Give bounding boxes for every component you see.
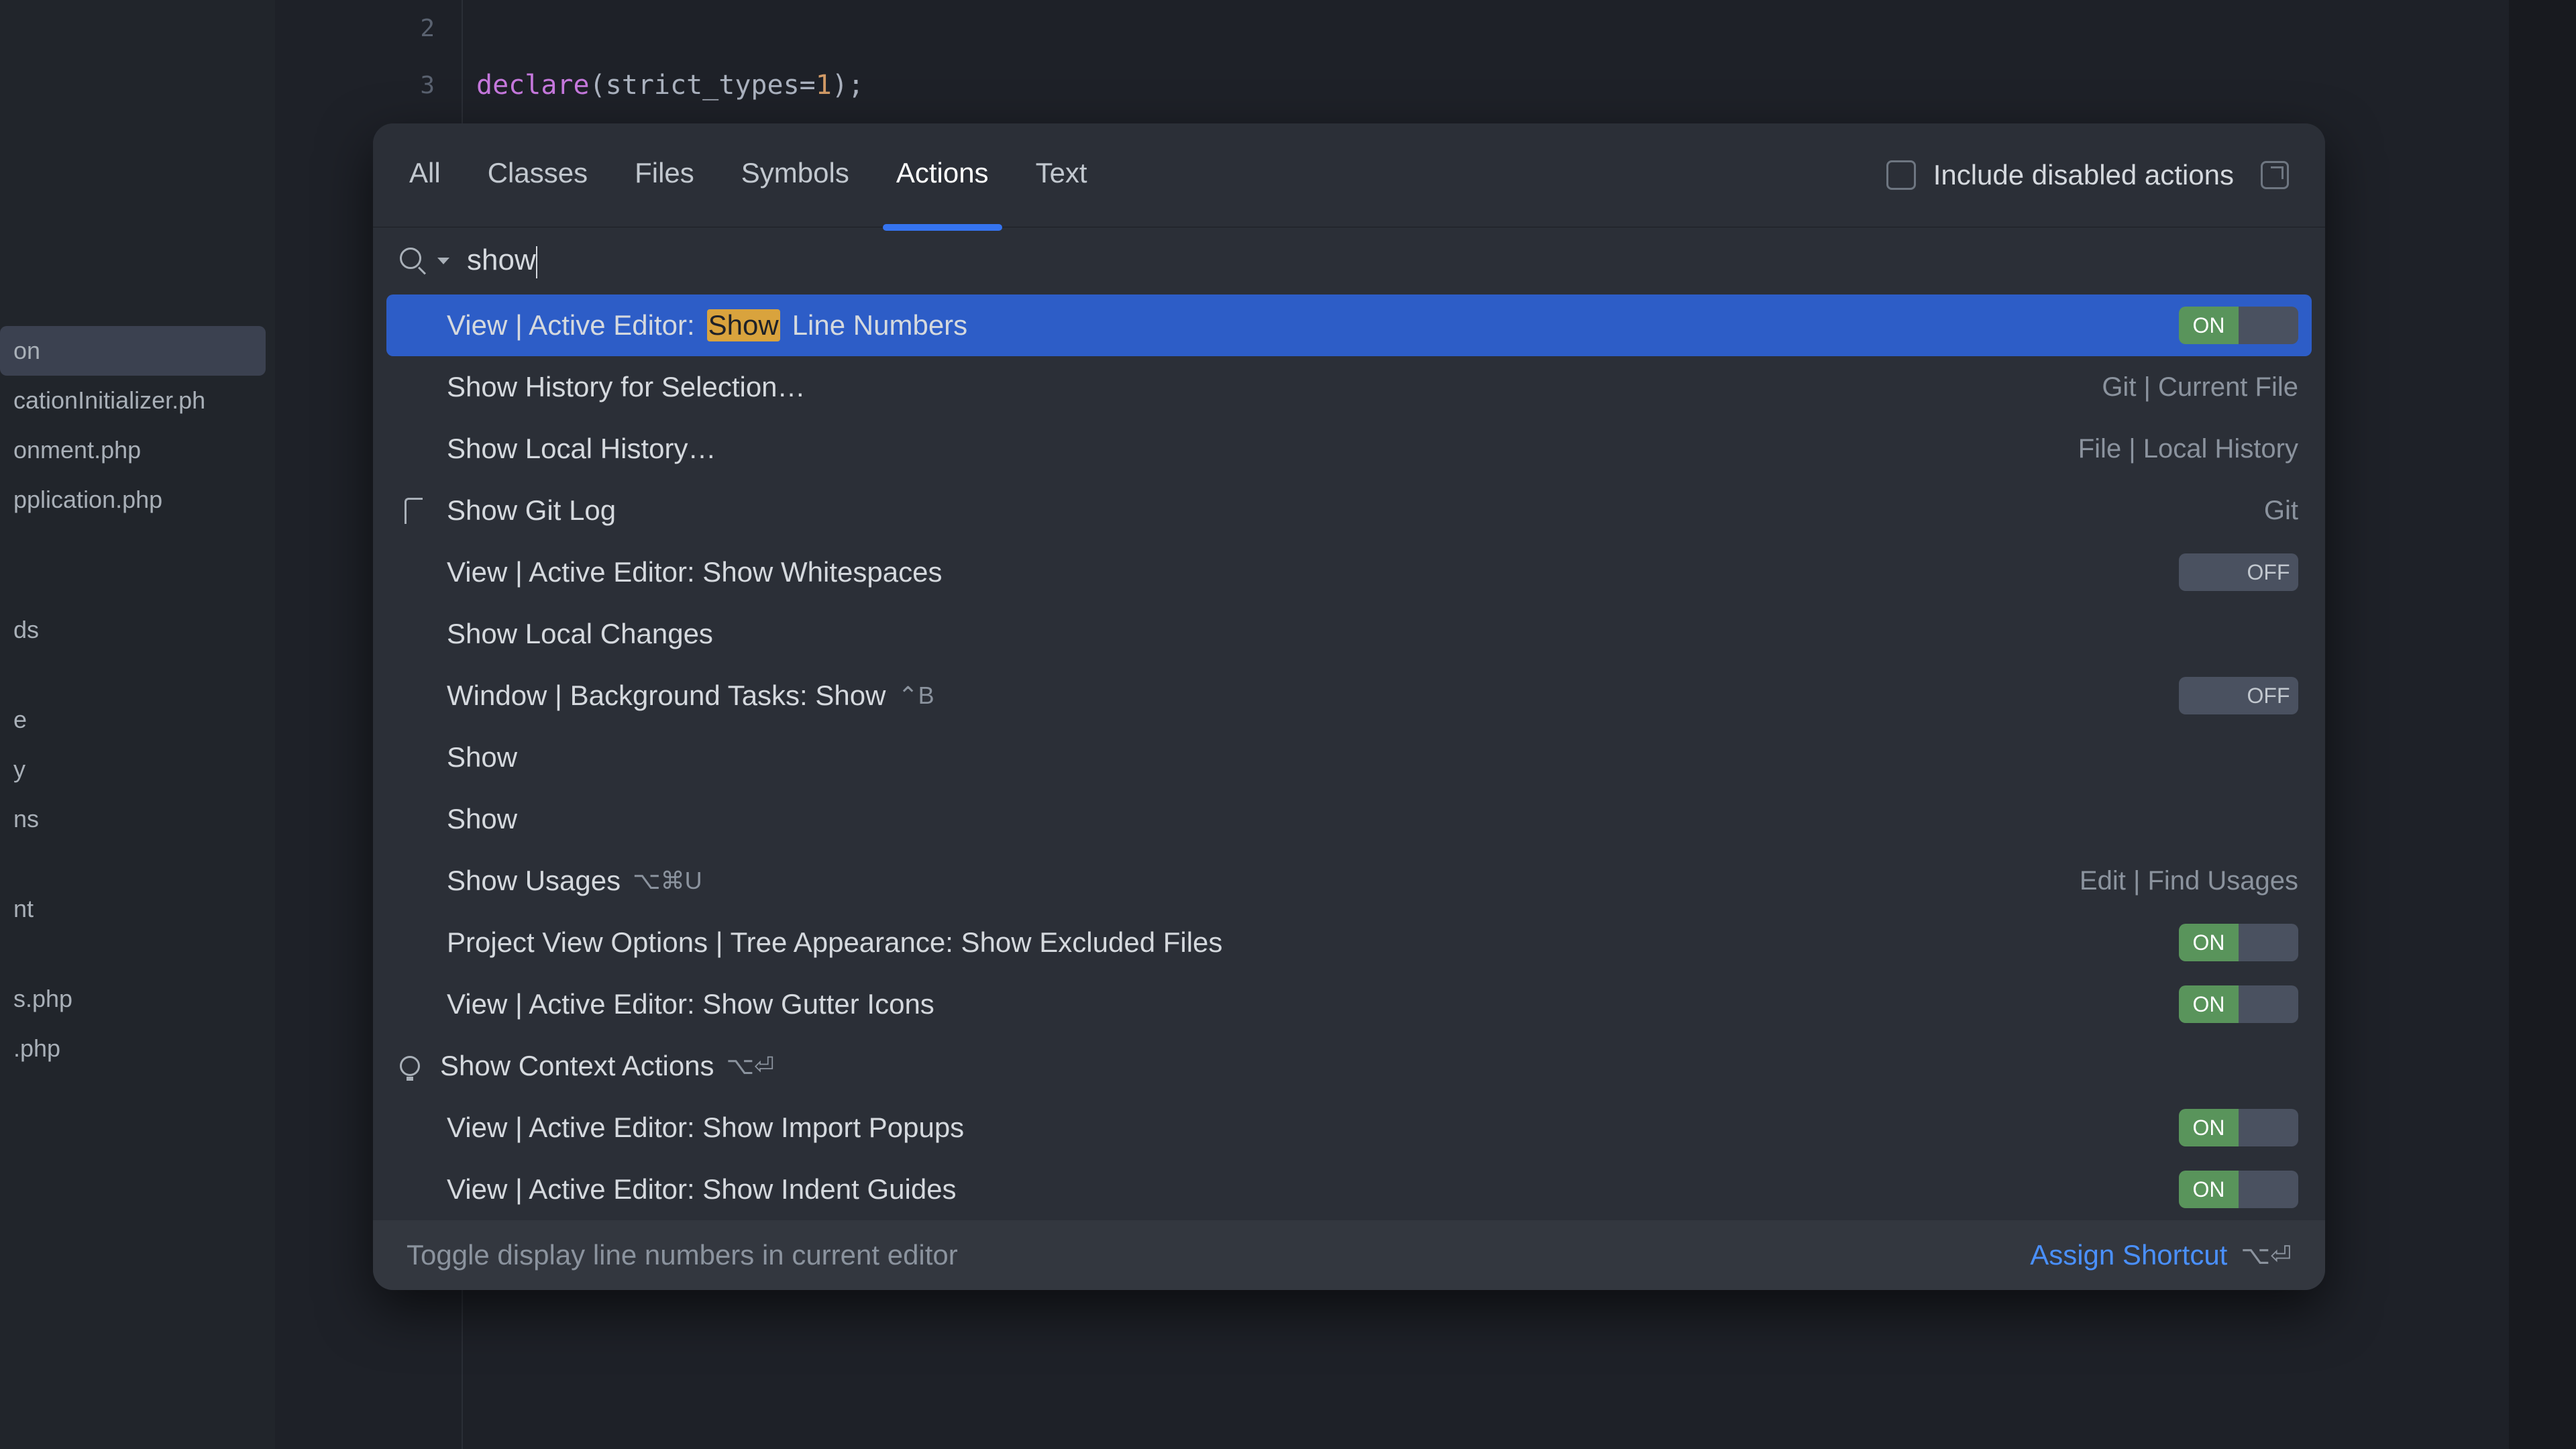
result-meta: Git: [2264, 496, 2298, 526]
sidebar-item[interactable]: cationInitializer.ph: [0, 376, 275, 425]
footer-hint: Toggle display line numbers in current e…: [407, 1239, 2030, 1271]
sidebar-item[interactable]: pplication.php: [0, 475, 275, 525]
tab-all[interactable]: All: [409, 157, 441, 193]
code-text: (strict_types=: [590, 70, 816, 101]
sidebar-item[interactable]: y: [0, 745, 275, 794]
line-number: 2: [275, 0, 462, 57]
result-meta: Edit | Find Usages: [2080, 866, 2298, 896]
sidebar-item[interactable]: on: [0, 326, 266, 376]
toggle-switch[interactable]: ON: [2179, 307, 2298, 344]
footer-shortcut: ⌥⏎: [2241, 1240, 2292, 1271]
toggle-switch[interactable]: ON: [2179, 1109, 2298, 1146]
code-keyword: declare: [476, 70, 590, 101]
result-label: Show Context Actions⌥⏎: [440, 1050, 2298, 1082]
bulb-icon: [400, 1056, 420, 1076]
tab-files[interactable]: Files: [635, 157, 694, 193]
shortcut-label: ⌃B: [898, 682, 934, 710]
result-label: Window | Background Tasks: Show⌃B: [447, 680, 2159, 712]
tab-text[interactable]: Text: [1036, 157, 1087, 193]
result-row[interactable]: Show History for Selection… Git | Current…: [373, 356, 2325, 418]
result-meta: Git | Current File: [2102, 372, 2298, 402]
shortcut-label: ⌥⏎: [727, 1052, 775, 1080]
result-row[interactable]: Show: [373, 727, 2325, 788]
sidebar-item[interactable]: s.php: [0, 974, 275, 1024]
toggle-switch[interactable]: OFF: [2179, 677, 2298, 714]
toggle-switch[interactable]: ON: [2179, 985, 2298, 1023]
line-number: 3: [275, 57, 462, 114]
sidebar-item[interactable]: ns: [0, 794, 275, 844]
popout-icon[interactable]: [2261, 161, 2289, 189]
result-row[interactable]: View | Active Editor: Show Indent Guides…: [373, 1159, 2325, 1220]
result-label: Show Usages⌥⌘U: [447, 865, 2059, 897]
result-label: View | Active Editor: Show Indent Guides: [447, 1173, 2159, 1205]
result-label: Project View Options | Tree Appearance: …: [447, 926, 2159, 959]
result-label: View | Active Editor: Show Import Popups: [447, 1112, 2159, 1144]
result-label: Show History for Selection…: [447, 371, 2082, 403]
toggle-switch[interactable]: ON: [2179, 1171, 2298, 1208]
result-row[interactable]: Show Context Actions⌥⏎: [373, 1035, 2325, 1097]
tab-actions[interactable]: Actions: [896, 157, 989, 193]
sidebar-item[interactable]: nt: [0, 884, 275, 934]
result-label: Show: [447, 741, 2298, 773]
sidebar-item[interactable]: ds: [0, 605, 275, 655]
result-label: Show: [447, 803, 2298, 835]
popup-footer: Toggle display line numbers in current e…: [373, 1220, 2325, 1290]
right-margin: [2509, 0, 2576, 1449]
result-row[interactable]: View | Active Editor: Show Line Numbers O…: [386, 294, 2312, 356]
result-label: View | Active Editor: Show Gutter Icons: [447, 988, 2159, 1020]
search-everywhere-popup: All Classes Files Symbols Actions Text Includ…: [373, 123, 2325, 1290]
search-row: show: [373, 227, 2325, 294]
search-value: show: [467, 244, 536, 276]
tab-symbols[interactable]: Symbols: [741, 157, 849, 193]
toggle-switch[interactable]: OFF: [2179, 553, 2298, 591]
shortcut-label: ⌥⌘U: [633, 867, 702, 895]
result-row[interactable]: Project View Options | Tree Appearance: …: [373, 912, 2325, 973]
search-options-chevron-icon[interactable]: [437, 258, 449, 264]
toggle-switch[interactable]: ON: [2179, 924, 2298, 961]
result-row[interactable]: View | Active Editor: Show Whitespaces OF…: [373, 541, 2325, 603]
result-row[interactable]: View | Active Editor: Show Gutter Icons O…: [373, 973, 2325, 1035]
branch-icon: [400, 497, 427, 524]
sidebar-item[interactable]: onment.php: [0, 425, 275, 475]
result-meta: File | Local History: [2078, 434, 2298, 464]
result-row[interactable]: Show Usages⌥⌘U Edit | Find Usages: [373, 850, 2325, 912]
result-label: Show Local Changes: [447, 618, 2298, 650]
result-row[interactable]: Show: [373, 788, 2325, 850]
result-row[interactable]: Show Git Log Git: [373, 480, 2325, 541]
result-row[interactable]: Show Local History… File | Local History: [373, 418, 2325, 480]
tab-classes[interactable]: Classes: [488, 157, 588, 193]
result-row[interactable]: View | Active Editor: Show Import Popups…: [373, 1097, 2325, 1159]
result-label: View | Active Editor: Show Line Numbers: [447, 309, 2159, 341]
search-input[interactable]: show: [467, 244, 2298, 278]
checkbox-icon: [1886, 160, 1916, 190]
tabs-row: All Classes Files Symbols Actions Text Includ…: [373, 123, 2325, 227]
assign-shortcut-link[interactable]: Assign Shortcut: [2030, 1239, 2227, 1271]
project-sidebar: oncationInitializer.phonment.phppplicati…: [0, 0, 275, 1449]
include-disabled-label: Include disabled actions: [1933, 159, 2234, 191]
sidebar-item[interactable]: .php: [0, 1024, 275, 1073]
result-row[interactable]: Window | Background Tasks: Show⌃B OFF: [373, 665, 2325, 727]
include-disabled-checkbox[interactable]: Include disabled actions: [1886, 159, 2234, 191]
result-row[interactable]: Show Local Changes: [373, 603, 2325, 665]
code-text: );: [832, 70, 864, 101]
result-label: Show Local History…: [447, 433, 2058, 465]
search-icon: [400, 248, 427, 274]
result-label: View | Active Editor: Show Whitespaces: [447, 556, 2159, 588]
results-list: View | Active Editor: Show Line Numbers O…: [373, 294, 2325, 1220]
code-number: 1: [816, 70, 832, 101]
text-caret: [536, 246, 537, 278]
sidebar-item[interactable]: e: [0, 695, 275, 745]
result-label: Show Git Log: [447, 494, 2244, 527]
